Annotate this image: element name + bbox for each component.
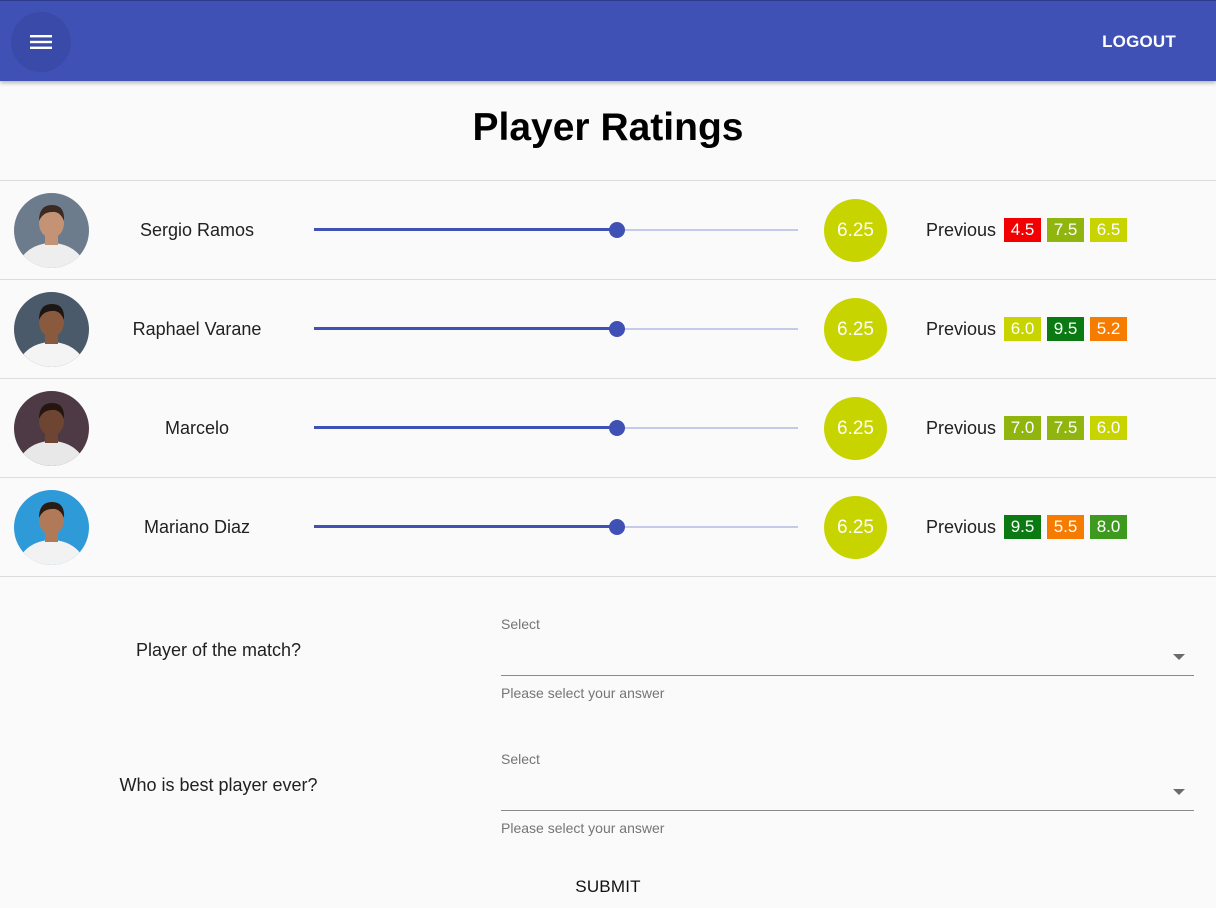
- previous-rating-chip: 6.0: [1004, 317, 1042, 341]
- slider-thumb[interactable]: [608, 519, 625, 535]
- previous-label: Previous: [926, 318, 997, 339]
- helper-text: Please select your answer: [501, 685, 665, 701]
- question-label: Player of the match?: [135, 640, 302, 660]
- question-row: Who is best player ever? Select Please s…: [0, 711, 1216, 846]
- previous-label: Previous: [926, 516, 997, 537]
- player-row: Marcelo 6.25 Previous 7.0 7.5 6.0: [0, 379, 1216, 478]
- dropdown-arrow-icon: [1173, 654, 1185, 660]
- rating-value-badge: 6.25: [824, 496, 887, 559]
- hamburger-menu-icon: [30, 35, 52, 49]
- previous-rating-chip: 7.5: [1047, 416, 1085, 440]
- best-player-ever-dropdown[interactable]: [501, 773, 1194, 811]
- previous-rating-chip: 5.5: [1047, 515, 1085, 539]
- player-of-match-dropdown[interactable]: [501, 638, 1194, 676]
- question-form: Player of the match? Select Please selec…: [0, 576, 1216, 846]
- previous-ratings: Previous 4.5 7.5 6.5: [926, 218, 1133, 242]
- previous-rating-chip: 6.0: [1090, 416, 1128, 440]
- previous-rating-chip: 4.5: [1004, 218, 1042, 242]
- previous-rating-chip: 9.5: [1004, 515, 1042, 539]
- player-name: Mariano Diaz: [143, 517, 251, 537]
- player-row: Sergio Ramos 6.25 Previous 4.5 7.5 6.5: [0, 181, 1216, 280]
- slider-track: [314, 525, 617, 528]
- page-title: Player Ratings: [472, 106, 744, 149]
- player-row: Raphael Varane 6.25 Previous 6.0 9.5 5.2: [0, 280, 1216, 379]
- previous-rating-chip: 7.0: [1004, 416, 1042, 440]
- app-bar: LOGOUT: [0, 0, 1216, 81]
- submit-button[interactable]: SUBMIT: [560, 870, 656, 904]
- player-avatar: [14, 292, 89, 367]
- previous-rating-chip: 7.5: [1047, 218, 1085, 242]
- slider-thumb[interactable]: [608, 321, 625, 337]
- previous-label: Previous: [926, 219, 997, 240]
- best-player-ever-select: Select Please select your answer: [501, 751, 1194, 841]
- rating-value-badge: 6.25: [824, 199, 887, 262]
- player-avatar: [14, 193, 89, 268]
- rating-slider[interactable]: [314, 418, 798, 438]
- slider-thumb[interactable]: [608, 420, 625, 436]
- dropdown-arrow-icon: [1173, 789, 1185, 795]
- previous-rating-chip: 5.2: [1090, 317, 1128, 341]
- slider-thumb[interactable]: [608, 222, 625, 238]
- player-name: Raphael Varane: [132, 319, 262, 339]
- previous-ratings: Previous 9.5 5.5 8.0: [926, 515, 1133, 539]
- rating-slider[interactable]: [314, 319, 798, 339]
- player-list: Sergio Ramos 6.25 Previous 4.5 7.5 6.5 Raphael…: [0, 180, 1216, 577]
- rating-slider[interactable]: [314, 517, 798, 537]
- previous-rating-chip: 9.5: [1047, 317, 1085, 341]
- player-avatar: [14, 490, 89, 565]
- player-name: Marcelo: [164, 418, 230, 438]
- menu-button[interactable]: [11, 12, 71, 72]
- slider-track: [314, 327, 617, 330]
- question-label: Who is best player ever?: [119, 775, 318, 795]
- slider-track: [314, 228, 617, 231]
- rating-value-badge: 6.25: [824, 397, 887, 460]
- player-name: Sergio Ramos: [139, 220, 255, 240]
- logout-button[interactable]: LOGOUT: [1102, 27, 1176, 57]
- player-row: Mariano Diaz 6.25 Previous 9.5 5.5 8.0: [0, 478, 1216, 577]
- player-of-match-select: Select Please select your answer: [501, 616, 1194, 706]
- select-label: Select: [501, 616, 540, 632]
- select-label: Select: [501, 751, 540, 767]
- question-row: Player of the match? Select Please selec…: [0, 576, 1216, 711]
- rating-slider[interactable]: [314, 220, 798, 240]
- previous-rating-chip: 6.5: [1090, 218, 1128, 242]
- previous-ratings: Previous 7.0 7.5 6.0: [926, 416, 1133, 440]
- player-avatar: [14, 391, 89, 466]
- previous-label: Previous: [926, 417, 997, 438]
- helper-text: Please select your answer: [501, 820, 665, 836]
- rating-value-badge: 6.25: [824, 298, 887, 361]
- slider-track: [314, 426, 617, 429]
- previous-ratings: Previous 6.0 9.5 5.2: [926, 317, 1133, 341]
- previous-rating-chip: 8.0: [1090, 515, 1128, 539]
